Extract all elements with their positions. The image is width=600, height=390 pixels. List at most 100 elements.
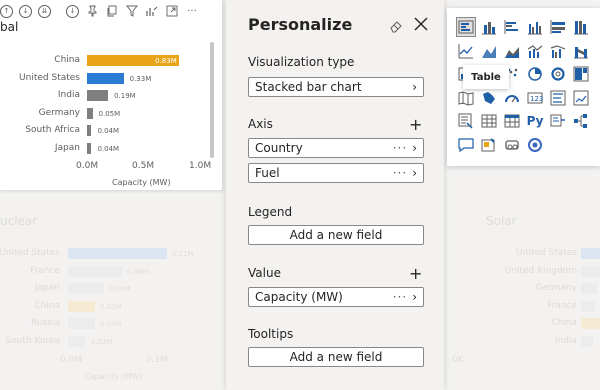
personalize-icon[interactable] — [145, 4, 159, 18]
power-apps-icon[interactable] — [526, 136, 544, 154]
bar — [581, 283, 597, 294]
more-options-icon[interactable]: ··· — [393, 141, 407, 155]
viz-type-select[interactable]: Stacked bar chart › — [248, 77, 424, 97]
qa-visual-icon[interactable] — [457, 136, 475, 154]
data-label: 0.04M — [109, 285, 131, 293]
pie-chart-icon[interactable] — [526, 65, 544, 83]
drill-up-icon[interactable]: ↑ — [0, 4, 13, 18]
chevron-right-icon: › — [412, 80, 417, 94]
data-label: 0.33M — [129, 74, 152, 83]
clustered-column-chart-icon[interactable] — [526, 18, 544, 36]
matrix-icon[interactable] — [503, 112, 521, 130]
add-axis-plus-icon[interactable]: + — [409, 117, 422, 133]
100-percent-column-chart-icon[interactable] — [572, 18, 590, 36]
donut-chart-icon[interactable] — [549, 65, 567, 83]
data-label: 0.04M — [97, 127, 120, 135]
expand-all-icon[interactable]: ⇊ — [38, 4, 51, 18]
copy-icon[interactable] — [105, 4, 119, 18]
table-icon[interactable] — [480, 112, 498, 130]
100-percent-bar-chart-icon[interactable] — [549, 18, 567, 36]
category-label: United States — [516, 248, 577, 258]
paginated-report-icon[interactable] — [503, 136, 521, 154]
bar — [581, 248, 600, 259]
stacked-column-chart-icon[interactable] — [480, 18, 498, 36]
line-chart-icon[interactable] — [457, 42, 475, 60]
decomposition-tree-icon[interactable] — [572, 112, 590, 130]
legend-add-field-label: Add a new field — [289, 228, 383, 242]
line-and-column-chart-icon[interactable] — [526, 42, 544, 60]
map-icon[interactable] — [457, 89, 475, 107]
focus-mode-icon[interactable] — [165, 4, 179, 18]
bar[interactable] — [87, 72, 124, 84]
value-field-capacity[interactable]: Capacity (MW) ··· › — [248, 287, 424, 307]
category-label: Russia — [31, 318, 60, 328]
eraser-icon[interactable] — [389, 18, 403, 33]
data-label: 0.05M — [98, 109, 121, 118]
gauge-icon[interactable] — [503, 89, 521, 107]
treemap-icon[interactable] — [572, 65, 590, 83]
axis-field-fuel[interactable]: Fuel ··· › — [248, 163, 424, 183]
clustered-bar-chart-icon[interactable] — [503, 18, 521, 36]
nuclear-chart-title: uclear — [0, 214, 38, 228]
card-icon[interactable]: 123 — [526, 89, 544, 107]
slicer-icon[interactable] — [457, 112, 475, 130]
category-label: South Korea — [5, 335, 60, 346]
legend-add-field-button[interactable]: Add a new field — [248, 225, 424, 245]
filter-icon[interactable] — [125, 4, 139, 18]
python-visual-icon[interactable]: Py — [526, 112, 544, 130]
nuclear-x-tick-1: 0.1M — [146, 355, 169, 365]
stacked-bar-chart-icon[interactable] — [456, 17, 476, 37]
bar[interactable] — [87, 107, 93, 119]
x-axis-title: Capacity (MW) — [112, 178, 171, 187]
filled-map-icon[interactable] — [480, 89, 498, 107]
key-influencers-icon[interactable] — [549, 112, 567, 130]
bar — [581, 318, 600, 329]
axis-field-country[interactable]: Country ··· › — [248, 138, 424, 158]
gallery-tooltip: Table — [463, 65, 509, 89]
more-options-icon[interactable]: ··· — [393, 166, 407, 180]
category-label: United States — [19, 72, 80, 83]
pin-icon[interactable] — [85, 4, 99, 18]
chevron-right-icon: › — [412, 166, 417, 180]
line-and-clustered-column-chart-icon[interactable] — [549, 42, 567, 60]
category-label: Germany — [38, 107, 80, 118]
nuclear-x-tick-0: 0.0M — [60, 355, 83, 365]
tooltips-add-field-button[interactable]: Add a new field — [248, 347, 424, 367]
more-options-icon[interactable]: ··· — [185, 4, 199, 18]
chart-scrollbar[interactable] — [210, 42, 214, 158]
area-chart-icon[interactable] — [480, 42, 498, 60]
data-label: 0.19M — [114, 92, 136, 100]
visual-options-icons: ↓ ··· — [66, 2, 199, 20]
drill-mode-icon[interactable]: ↓ — [66, 4, 79, 18]
category-label: United Kingdom — [504, 265, 577, 276]
nuclear-chart-card: uclear United States 0.11M France 0.06M Japa… — [0, 200, 222, 390]
value-field-capacity-label: Capacity (MW) — [255, 290, 343, 304]
global-chart-card[interactable]: ↑ ↓ ⇊ ↓ ··· bal China 0.83M United States 0… — [0, 0, 223, 191]
bar[interactable] — [87, 90, 109, 101]
multi-row-card-icon[interactable] — [549, 89, 567, 107]
category-label: India — [57, 90, 80, 100]
bar — [581, 265, 600, 277]
personalize-pane: Personalize Visualization type Stacked b… — [226, 0, 444, 390]
svg-text:123: 123 — [530, 95, 543, 103]
value-label: Value — [248, 266, 281, 280]
stacked-area-chart-icon[interactable] — [503, 42, 521, 60]
close-icon[interactable] — [413, 16, 429, 32]
smart-narrative-icon[interactable] — [480, 136, 498, 154]
bar[interactable] — [87, 142, 92, 154]
bar[interactable] — [87, 125, 92, 136]
category-label: Japan — [34, 283, 60, 293]
bar — [581, 300, 595, 312]
bar — [581, 335, 593, 347]
more-options-icon[interactable]: ··· — [393, 290, 407, 304]
bar — [68, 335, 86, 347]
ribbon-chart-icon[interactable] — [572, 42, 590, 60]
category-label: United States — [0, 248, 60, 258]
kpi-icon[interactable] — [572, 89, 590, 107]
category-label: South Africa — [25, 125, 80, 135]
data-label: 0.06M — [127, 267, 149, 276]
add-value-plus-icon[interactable]: + — [409, 266, 422, 282]
category-label: Germany — [535, 283, 577, 293]
drill-down-icon[interactable]: ↓ — [19, 4, 32, 18]
category-label: China — [34, 300, 60, 311]
